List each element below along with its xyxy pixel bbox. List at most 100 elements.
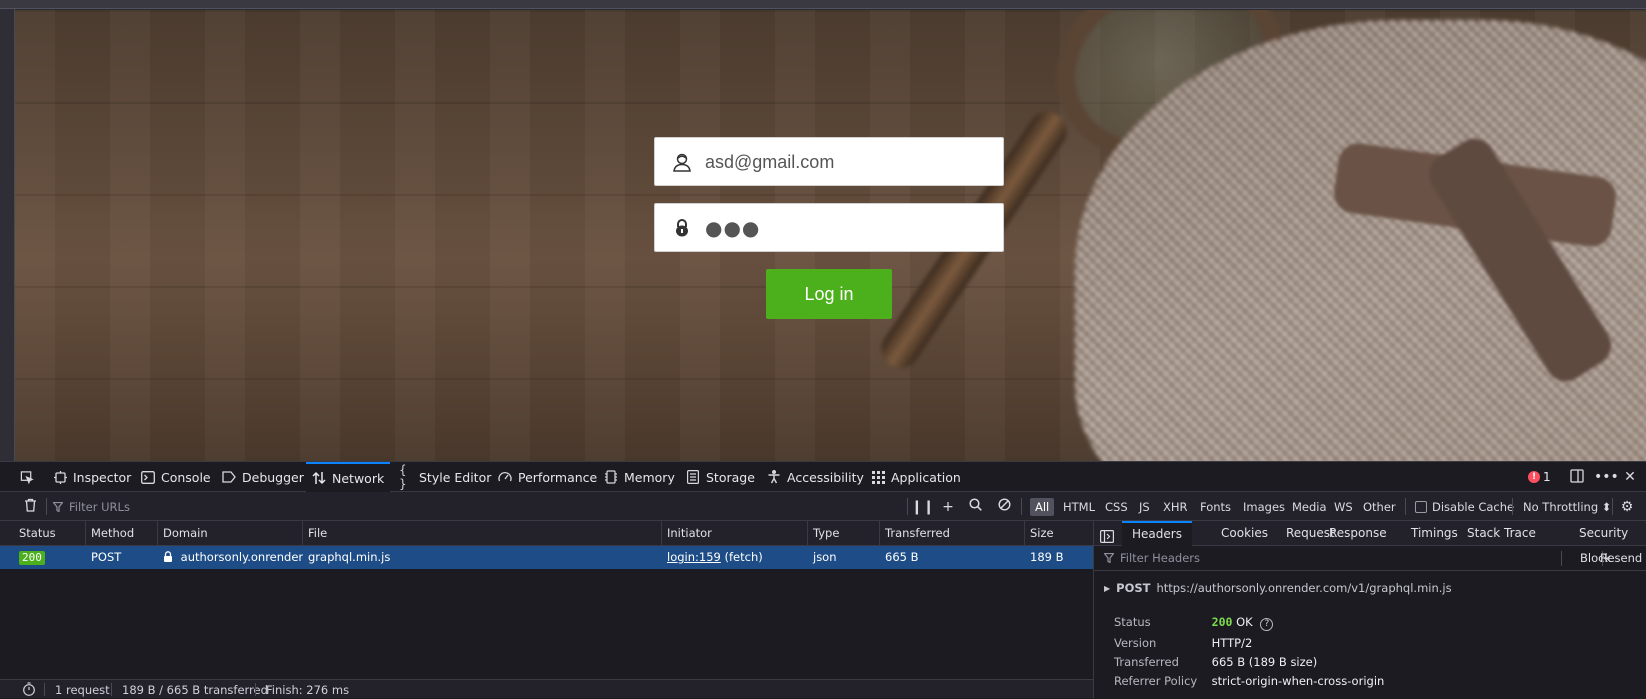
filter-type-css[interactable]: CSS [1100, 498, 1133, 516]
status-cell: 200 [14, 546, 86, 569]
summary-method: POST [1116, 581, 1151, 595]
column-header-initiator[interactable]: Initiator [662, 521, 808, 546]
block-icon[interactable] [995, 498, 1013, 516]
toggle-sidebar-icon[interactable] [1100, 527, 1115, 544]
tab-application[interactable]: Application [871, 462, 961, 492]
request-summary[interactable]: ▶ POST https://authorsonly.onrender.com/… [1104, 581, 1452, 595]
filter-headers-bar: Filter Headers Block Resend [1094, 546, 1646, 571]
size-cell: 189 B [1030, 550, 1064, 564]
status-badge: 200 [19, 551, 45, 565]
storage-icon [686, 470, 700, 484]
dock-side-icon[interactable] [1568, 469, 1586, 485]
trash-icon[interactable] [21, 498, 39, 516]
column-header-file[interactable]: File [303, 521, 662, 546]
devtools-toolbar: Inspector Console Debugger Network { } S… [0, 461, 1646, 492]
filter-type-all[interactable]: All [1030, 498, 1055, 516]
login-button[interactable]: Log in [766, 269, 892, 319]
lock-icon [671, 217, 693, 239]
checkbox-box [1415, 501, 1427, 513]
domain-text: authorsonly.onrender… [180, 550, 303, 564]
password-value: ●●● [705, 216, 761, 240]
header-key: Version [1114, 636, 1157, 650]
initiator-kind: (fetch) [724, 550, 763, 564]
column-header-size[interactable]: Size [1025, 521, 1093, 546]
column-header-transferred[interactable]: Transferred [880, 521, 1025, 546]
tab-label: Performance [518, 469, 598, 485]
disable-cache-checkbox[interactable]: Disable Cache [1415, 498, 1514, 516]
gear-icon[interactable]: ⚙ [1618, 498, 1636, 516]
tab-performance[interactable]: Performance [498, 462, 597, 492]
tab-storage[interactable]: Storage [686, 462, 755, 492]
details-tab-timings[interactable]: Timings [1411, 521, 1458, 546]
status-code: 200 [1211, 615, 1233, 629]
filter-urls-input[interactable]: Filter URLs [53, 498, 853, 516]
column-header-status[interactable]: Status [14, 521, 86, 546]
help-icon[interactable]: ? [1260, 618, 1274, 631]
tab-label: Debugger [242, 469, 304, 485]
user-icon [671, 151, 693, 173]
request-count: 1 request [55, 683, 110, 697]
filter-type-html[interactable]: HTML [1058, 498, 1100, 516]
close-icon[interactable]: ✕ [1621, 469, 1639, 485]
filter-urls-placeholder: Filter URLs [69, 500, 130, 514]
filter-type-media[interactable]: Media [1287, 498, 1332, 516]
header-value: 665 B (189 B size) [1211, 655, 1318, 669]
disable-cache-label: Disable Cache [1432, 500, 1515, 514]
tab-console[interactable]: Console [141, 462, 211, 492]
network-icon [312, 471, 326, 485]
tab-inspector[interactable]: Inspector [53, 462, 131, 492]
tab-debugger[interactable]: Debugger [222, 462, 304, 492]
header-row-version: Version HTTP/2 [1114, 636, 1252, 650]
header-row-referrer-policy: Referrer Policy strict-origin-when-cross… [1114, 674, 1384, 688]
browser-top-strip [0, 0, 1646, 9]
element-picker-icon[interactable] [20, 462, 34, 492]
stopwatch-icon[interactable] [22, 682, 36, 699]
error-icon: ! [1528, 471, 1540, 483]
tab-accessibility[interactable]: Accessibility [767, 462, 864, 492]
details-tab-cookies[interactable]: Cookies [1221, 521, 1268, 546]
filter-type-other[interactable]: Other [1358, 498, 1401, 516]
page-viewport: asd@gmail.com ●●● Log in [0, 0, 1646, 461]
email-field[interactable]: asd@gmail.com [654, 137, 1004, 186]
column-header-method[interactable]: Method [86, 521, 158, 546]
filter-type-js[interactable]: JS [1134, 498, 1155, 516]
column-header-type[interactable]: Type [808, 521, 880, 546]
header-row-status: Status 200 OK ? [1114, 615, 1274, 631]
performance-icon [498, 470, 512, 484]
filter-type-xhr[interactable]: XHR [1158, 498, 1193, 516]
details-tabbar: Headers Cookies Request Response Timings… [1094, 521, 1646, 546]
pause-icon[interactable]: ❙❙ [911, 498, 934, 516]
filter-type-ws[interactable]: WS [1329, 498, 1358, 516]
error-count: 1 [1543, 470, 1551, 484]
initiator-cell: login:159 (fetch) [662, 546, 808, 569]
filter-headers-placeholder: Filter Headers [1120, 551, 1201, 565]
details-tab-security[interactable]: Security [1579, 521, 1628, 546]
filter-type-images[interactable]: Images [1238, 498, 1290, 516]
search-icon[interactable] [966, 498, 984, 516]
filter-headers-input[interactable]: Filter Headers [1104, 551, 1200, 565]
request-details-panel: Headers Cookies Request Response Timings… [1093, 521, 1646, 698]
table-row[interactable]: 200 POST authorsonly.onrender… graphql.m… [0, 546, 1093, 569]
throttling-select[interactable]: No Throttling ⬍ [1523, 498, 1611, 516]
column-header-domain[interactable]: Domain [158, 521, 303, 546]
tab-label: Accessibility [787, 469, 864, 485]
tab-label: Style Editor [419, 469, 492, 485]
tab-style-editor[interactable]: { } Style Editor [399, 462, 491, 492]
filter-type-fonts[interactable]: Fonts [1195, 498, 1236, 516]
inspector-icon [53, 470, 67, 484]
resend-button[interactable]: Resend [1600, 551, 1642, 565]
details-tab-stack-trace[interactable]: Stack Trace [1467, 521, 1536, 546]
tab-network[interactable]: Network [306, 462, 391, 492]
add-icon[interactable]: + [939, 498, 957, 516]
initiator-link[interactable]: login:159 [667, 550, 721, 564]
finish-time: Finish: 276 ms [266, 683, 350, 697]
details-tab-headers[interactable]: Headers [1122, 521, 1192, 546]
password-field[interactable]: ●●● [654, 203, 1004, 252]
more-options-icon[interactable]: ••• [1594, 469, 1619, 485]
details-tab-response[interactable]: Response [1329, 521, 1387, 546]
error-count-badge[interactable]: ! 1 [1528, 470, 1551, 484]
details-tab-request[interactable]: Request [1286, 521, 1335, 546]
transferred-cell: 665 B [885, 550, 919, 564]
expand-arrow-icon: ▶ [1104, 583, 1111, 593]
tab-memory[interactable]: Memory [604, 462, 675, 492]
